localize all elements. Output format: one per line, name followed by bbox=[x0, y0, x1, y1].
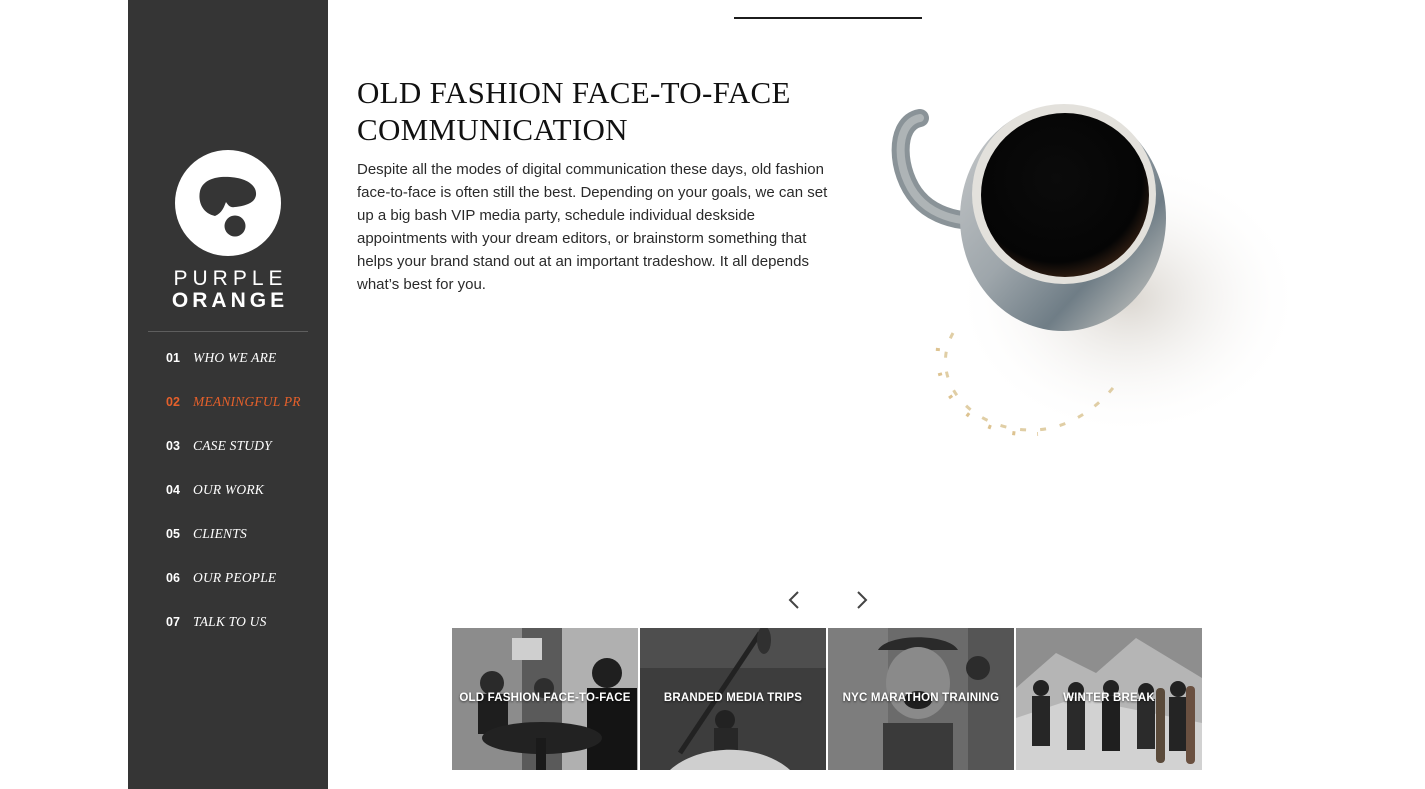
nav-item-label: CASE STUDY bbox=[193, 438, 272, 453]
brand-wordmark[interactable]: PURPLE ORANGE bbox=[128, 268, 328, 312]
carousel-thumb-label: NYC MARATHON TRAINING bbox=[842, 692, 1000, 704]
nav-item-label: MEANINGFUL PR bbox=[193, 394, 301, 409]
sidebar: PURPLE ORANGE 01 WHO WE ARE 02 MEANINGFU… bbox=[128, 0, 328, 789]
nav-item-label: OUR WORK bbox=[193, 482, 264, 497]
carousel-thumb-winter-break[interactable]: WINTER BREAK bbox=[1016, 628, 1202, 770]
chevron-left-icon[interactable] bbox=[783, 588, 807, 612]
nav-item-number: 06 bbox=[166, 571, 180, 585]
carousel-thumb-label: WINTER BREAK bbox=[1063, 692, 1155, 704]
page-title: OLD FASHION FACE-TO-FACE COMMUNICATION bbox=[357, 74, 847, 148]
carousel-thumb-face-to-face[interactable]: OLD FASHION FACE-TO-FACE bbox=[452, 628, 638, 770]
nav-item-talk-to-us[interactable]: 07 TALK TO US bbox=[166, 613, 301, 657]
section-indicator-rule bbox=[734, 17, 922, 19]
nav-item-our-people[interactable]: 06 OUR PEOPLE bbox=[166, 569, 301, 613]
nav-item-number: 03 bbox=[166, 439, 180, 453]
nav-item-meaningful-pr[interactable]: 02 MEANINGFUL PR bbox=[166, 393, 301, 437]
sidebar-divider bbox=[148, 331, 308, 332]
brand-line-purple: PURPLE bbox=[173, 267, 288, 290]
page-description: Despite all the modes of digital communi… bbox=[357, 161, 828, 293]
nav-item-label: OUR PEOPLE bbox=[193, 570, 277, 585]
nav-item-number: 02 bbox=[166, 395, 180, 409]
page-title-line1: OLD FASHION FACE-TO-FACE bbox=[357, 75, 791, 110]
chevron-right-icon[interactable] bbox=[849, 588, 873, 612]
carousel-thumb-branded-media-trips[interactable]: BRANDED MEDIA TRIPS bbox=[640, 628, 826, 770]
nav-item-label: CLIENTS bbox=[193, 526, 247, 541]
brand-line-orange: ORANGE bbox=[171, 289, 289, 312]
nav-item-number: 05 bbox=[166, 527, 180, 541]
coffee-mug-image bbox=[858, 78, 1308, 498]
nav-item-number: 01 bbox=[166, 351, 180, 365]
nav-item-label: WHO WE ARE bbox=[193, 350, 277, 365]
nav-item-label: TALK TO US bbox=[193, 614, 267, 629]
main-nav: 01 WHO WE ARE 02 MEANINGFUL PR 03 CASE S… bbox=[166, 349, 301, 657]
carousel-thumbnails: OLD FASHION FACE-TO-FACE BRANDED MEDIA T… bbox=[452, 628, 1202, 770]
brand-logo-icon[interactable] bbox=[175, 150, 281, 256]
carousel-thumb-nyc-marathon-training[interactable]: NYC MARATHON TRAINING bbox=[828, 628, 1014, 770]
nav-item-number: 07 bbox=[166, 615, 180, 629]
carousel-thumb-label: BRANDED MEDIA TRIPS bbox=[663, 692, 803, 704]
carousel-thumb-label: OLD FASHION FACE-TO-FACE bbox=[459, 692, 631, 704]
nav-item-our-work[interactable]: 04 OUR WORK bbox=[166, 481, 301, 525]
nav-item-number: 04 bbox=[166, 483, 180, 497]
nav-item-case-study[interactable]: 03 CASE STUDY bbox=[166, 437, 301, 481]
nav-item-who-we-are[interactable]: 01 WHO WE ARE bbox=[166, 349, 301, 393]
nav-item-clients[interactable]: 05 CLIENTS bbox=[166, 525, 301, 569]
page-title-line2: COMMUNICATION bbox=[357, 112, 628, 147]
